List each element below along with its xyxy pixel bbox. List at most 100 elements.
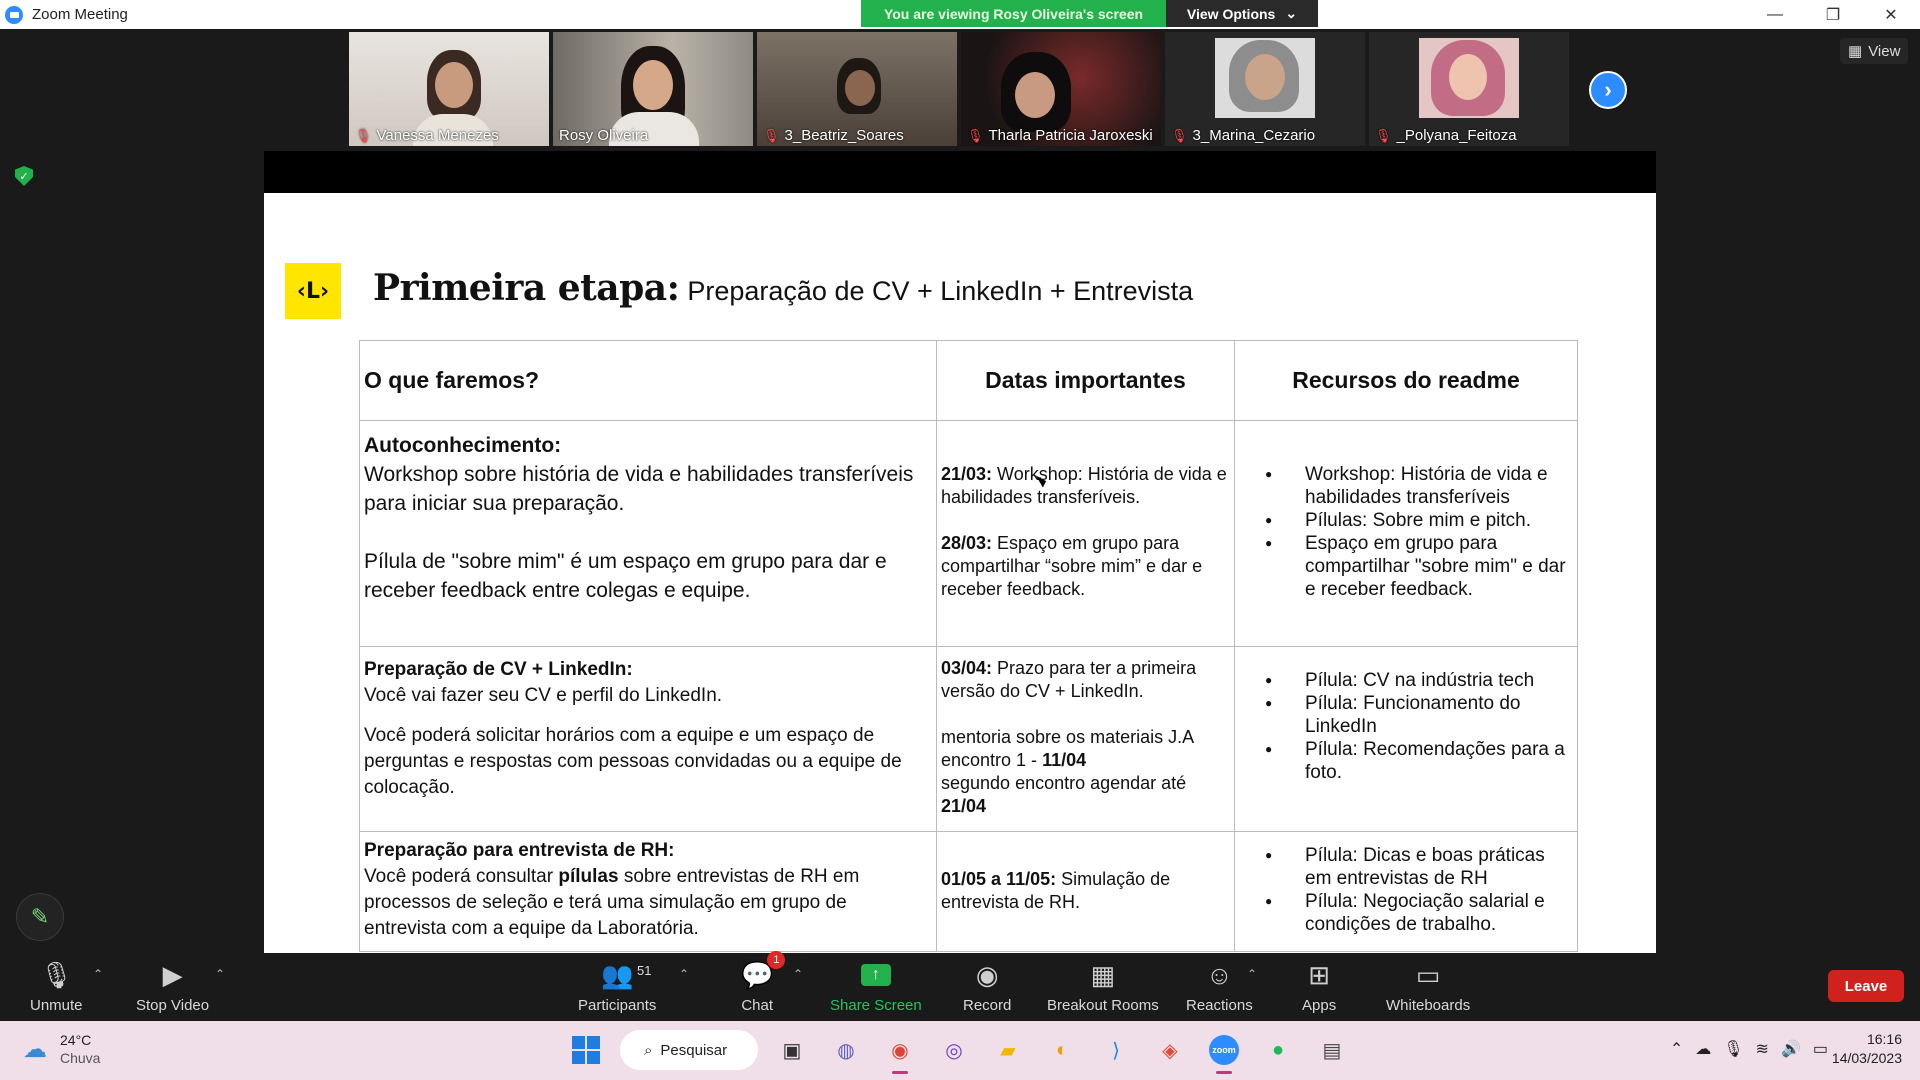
table-header: O que faremos? (359, 340, 937, 421)
taskbar-search[interactable]: ⌕ Pesquisar (620, 1030, 758, 1070)
table-header-row: O que faremos? Datas importantes Recurso… (359, 340, 1578, 421)
table-header: Datas importantes (936, 340, 1235, 421)
unmute-label: Unmute (30, 997, 83, 1014)
zoom-logo-icon (5, 5, 23, 24)
participant-tile[interactable]: 🎙 Tharla Patricia Jaroxeski (961, 32, 1161, 146)
battery-icon[interactable]: ▭ (1813, 1039, 1828, 1059)
close-button[interactable]: ✕ (1862, 0, 1920, 29)
view-label: View (1868, 42, 1901, 60)
dates-cell: 21/03: Workshop: História de vida e habi… (936, 420, 1235, 647)
resources-list: Pílula: CV na indústria tech Pílula: Fun… (1259, 669, 1569, 784)
chevron-down-icon: ⌄ (1285, 5, 1298, 21)
resource-item: Espaço em grupo para compartilhar "sobre… (1259, 532, 1569, 601)
reactions-options-caret[interactable]: ⌃ (1247, 967, 1257, 981)
github-icon[interactable]: ◎ (934, 1030, 974, 1070)
vscode-icon[interactable]: ⟩ (1096, 1030, 1136, 1070)
share-screen-button[interactable]: ↑ Share Screen (830, 961, 922, 1014)
reactions-label: Reactions (1186, 997, 1253, 1014)
chat-label: Chat (741, 997, 774, 1014)
participant-tile-active[interactable]: Rosy Oliveira (553, 32, 753, 146)
apps-button[interactable]: ⊞ Apps (1302, 960, 1337, 1015)
chevron-up-icon[interactable]: ⌃ (1670, 1039, 1683, 1059)
weather-widget[interactable]: ☁ 24°C Chuva (20, 1031, 100, 1067)
leave-button[interactable]: Leave (1828, 970, 1904, 1002)
dates-cell: 03/04: Prazo para ter a primeira versão … (936, 646, 1235, 832)
security-shield-icon[interactable]: ✓ (15, 166, 33, 186)
plan-table: O que faremos? Datas importantes Recurso… (359, 340, 1578, 952)
participant-tile[interactable]: 🎙 Vanessa Menezes (349, 32, 549, 146)
participant-name: _Polyana_Feitoza (1396, 127, 1517, 144)
activity-description: Workshop sobre história de vida e habili… (364, 463, 914, 515)
participants-options-caret[interactable]: ⌃ (679, 967, 689, 981)
apps-label: Apps (1302, 997, 1337, 1014)
edge-canary-icon[interactable]: ◐ (1042, 1030, 1082, 1070)
table-header: Recursos do readme (1234, 340, 1578, 421)
volume-icon[interactable]: 🔊 (1781, 1039, 1801, 1059)
chrome-icon[interactable]: ◉ (880, 1030, 920, 1074)
weather-condition: Chuva (60, 1050, 101, 1066)
whiteboard-icon: ▭ (1415, 959, 1441, 990)
taskbar-clock[interactable]: 16:16 14/03/2023 (1832, 1030, 1902, 1068)
resource-item: Pílula: CV na indústria tech (1259, 669, 1569, 692)
search-placeholder: Pesquisar (660, 1041, 728, 1059)
mentoring-line: segundo encontro agendar até (941, 773, 1187, 793)
participants-button[interactable]: 👥 51 Participants (578, 960, 656, 1015)
date-value: 21/03: (941, 464, 993, 484)
file-explorer-icon[interactable]: ▰ (988, 1030, 1028, 1070)
minimize-button[interactable]: — (1746, 0, 1804, 29)
resource-item: Pílula: Recomendações para a foto. (1259, 738, 1569, 784)
reactions-button[interactable]: ☺ Reactions (1186, 960, 1253, 1015)
microphone-icon[interactable]: 🎙 (1723, 1039, 1743, 1059)
viewing-screen-label: You are viewing Rosy Oliveira's screen (861, 0, 1166, 27)
whiteboards-button[interactable]: ▭ Whiteboards (1386, 959, 1471, 1015)
chat-options-caret[interactable]: ⌃ (793, 967, 803, 981)
unmute-button[interactable]: 🎙 Unmute (30, 959, 83, 1015)
date-value: 01/05 a 11/05: (941, 869, 1057, 889)
figma-icon[interactable]: ◈ (1150, 1030, 1190, 1070)
participant-name: Tharla Patricia Jaroxeski (988, 127, 1153, 144)
record-button[interactable]: ◉ Record (963, 960, 1011, 1015)
calculator-icon[interactable]: ▤ (1312, 1030, 1352, 1070)
zoom-taskbar-icon[interactable]: zoom (1204, 1030, 1244, 1074)
onedrive-cloud-icon[interactable]: ☁ (1695, 1039, 1711, 1059)
next-participants-button[interactable]: › (1589, 71, 1627, 109)
slide-title-bold: Primeira etapa: (373, 267, 680, 309)
participants-count: 51 (637, 963, 652, 978)
view-options-label: View Options (1186, 5, 1276, 22)
viewing-banner: You are viewing Rosy Oliveira's screen V… (861, 0, 1318, 27)
teams-chat-icon[interactable]: ◍ (826, 1030, 866, 1070)
shared-screen: ‹L› Primeira etapa: Preparação de CV + L… (264, 151, 1656, 953)
resource-item: Pílula: Negociação salarial e condições … (1259, 890, 1569, 936)
whiteboards-label: Whiteboards (1386, 997, 1471, 1014)
mic-muted-icon: 🎙 (39, 959, 73, 990)
annotate-pencil-icon[interactable]: ✎ (16, 893, 64, 941)
breakout-rooms-button[interactable]: ▦ Breakout Rooms (1047, 960, 1159, 1015)
resource-item: Pílula: Dicas e boas práticas em entrevi… (1259, 844, 1569, 890)
dates-cell: 01/05 a 11/05: Simulação de entrevista d… (936, 831, 1235, 952)
restore-button[interactable]: ❐ (1804, 0, 1862, 29)
view-options-button[interactable]: View Options ⌄ (1166, 0, 1318, 27)
resources-list: Workshop: História de vida e habilidades… (1259, 463, 1569, 601)
activity-cell: Preparação para entrevista de RH: Você p… (359, 831, 937, 952)
participant-tile[interactable]: 🎙 _Polyana_Feitoza (1369, 32, 1569, 146)
clock-time: 16:16 (1866, 1031, 1902, 1047)
resources-list: Pílula: Dicas e boas práticas em entrevi… (1259, 844, 1569, 936)
stop-video-button[interactable]: ▶ Stop Video (136, 959, 209, 1015)
activity-cell: Preparação de CV + LinkedIn: Você vai fa… (359, 646, 937, 832)
chat-button[interactable]: 💬 1 Chat (741, 951, 786, 1014)
view-button[interactable]: ▦ View (1840, 38, 1909, 64)
wifi-icon[interactable]: ≋ (1756, 1039, 1769, 1059)
spotify-icon[interactable]: ● (1258, 1030, 1298, 1070)
chevron-right-icon: › (1604, 77, 1612, 102)
task-view-icon[interactable]: ▣ (772, 1030, 812, 1070)
date-entry: 01/05 a 11/05: Simulação de entrevista d… (941, 868, 1230, 914)
windows-start-icon[interactable] (566, 1030, 606, 1070)
video-camera-icon: ▶ (162, 959, 183, 990)
audio-options-caret[interactable]: ⌃ (93, 967, 103, 981)
participant-tile[interactable]: 🎙 3_Beatriz_Soares (757, 32, 957, 146)
windows-taskbar: ☁ 24°C Chuva ⌕ Pesquisar ▣ ◍ ◉ ◎ ▰ ◐ ⟩ ◈… (0, 1021, 1920, 1080)
video-options-caret[interactable]: ⌃ (215, 967, 225, 981)
activity-description: Você vai fazer seu CV e perfil do Linked… (364, 685, 723, 706)
taskbar-apps: ⌕ Pesquisar ▣ ◍ ◉ ◎ ▰ ◐ ⟩ ◈ zoom ● ▤ (566, 1030, 1352, 1074)
participant-tile[interactable]: 🎙 3_Marina_Cezario (1165, 32, 1365, 146)
